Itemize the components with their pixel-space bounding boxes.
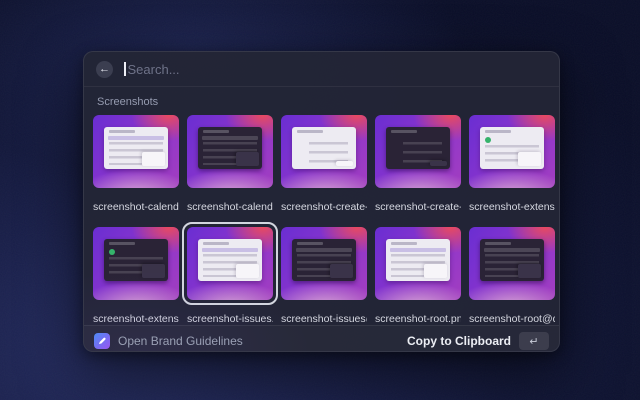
- mini-popup: [518, 264, 541, 278]
- mini-popup: [142, 152, 165, 166]
- mini-titlebar: [109, 242, 136, 245]
- mini-app-dot: [109, 249, 115, 255]
- pen-icon: [97, 336, 107, 346]
- selection-ring: [464, 110, 560, 193]
- mini-window-preview: [104, 239, 168, 281]
- mini-window-preview: [386, 127, 450, 169]
- screenshot-filename: screenshot-create-pr...: [281, 201, 367, 213]
- screenshot-filename: screenshot-issues.png: [187, 313, 273, 325]
- mini-titlebar: [391, 242, 418, 245]
- selection-ring: [370, 222, 466, 305]
- mini-window-preview: [292, 127, 356, 169]
- mini-popup: [236, 264, 259, 278]
- command-palette-window: ← Screenshots screenshot-calendar....: [83, 51, 560, 352]
- mini-popup: [336, 161, 353, 166]
- screenshot-thumbnail: [469, 115, 555, 188]
- screenshot-filename: screenshot-calendar....: [93, 201, 179, 213]
- mini-titlebar: [485, 242, 512, 245]
- mini-popup: [430, 161, 447, 166]
- mini-popup: [142, 264, 165, 278]
- footer-bar: Open Brand Guidelines Copy to Clipboard …: [84, 325, 559, 352]
- mini-window-preview: [292, 239, 356, 281]
- screenshot-thumbnail: [187, 115, 273, 188]
- screenshot-item[interactable]: screenshot-extension...: [469, 115, 555, 213]
- mini-titlebar: [297, 130, 324, 133]
- screenshot-filename: screenshot-calendar...: [187, 201, 273, 213]
- screenshot-item[interactable]: screenshot-create-pr...: [375, 115, 461, 213]
- screenshot-item[interactable]: screenshot-issues.png: [187, 227, 273, 325]
- search-header: ←: [84, 52, 559, 87]
- mini-popup: [424, 264, 447, 278]
- selection-ring: [276, 110, 372, 193]
- mini-app-dot: [485, 137, 491, 143]
- screenshot-filename: screenshot-extension...: [93, 313, 179, 325]
- screenshot-thumbnail: [93, 115, 179, 188]
- command-name: Open Brand Guidelines: [118, 334, 243, 348]
- primary-action-label: Copy to Clipboard: [407, 334, 511, 348]
- screenshot-thumbnail: [375, 115, 461, 188]
- screenshot-item[interactable]: screenshot-extension...: [93, 227, 179, 325]
- back-arrow-icon: ←: [99, 64, 110, 75]
- mini-selected-row: [296, 248, 352, 253]
- mini-selected-row: [390, 248, 446, 253]
- mini-window-preview: [386, 239, 450, 281]
- screenshot-filename: screenshot-extension...: [469, 201, 555, 213]
- selection-ring: [370, 110, 466, 193]
- search-input[interactable]: [128, 62, 548, 77]
- screenshot-thumbnail: [281, 227, 367, 300]
- mini-titlebar: [297, 242, 324, 245]
- mini-titlebar: [203, 130, 230, 133]
- mini-titlebar: [391, 130, 418, 133]
- mini-window-preview: [480, 239, 544, 281]
- mini-selected-row: [202, 136, 258, 141]
- screenshot-thumbnail: [281, 115, 367, 188]
- screenshot-thumbnail: [187, 227, 273, 300]
- screenshot-grid: screenshot-calendar.... screenshot-calen…: [84, 115, 559, 325]
- screenshot-filename: screenshot-root.png: [375, 313, 461, 325]
- mini-window-preview: [198, 127, 262, 169]
- selection-ring: [182, 110, 278, 193]
- screenshot-filename: screenshot-root@dar...: [469, 313, 555, 325]
- back-button[interactable]: ←: [96, 61, 113, 78]
- section-label: Screenshots: [97, 96, 559, 108]
- screenshot-item[interactable]: screenshot-calendar....: [93, 115, 179, 213]
- mini-window-preview: [198, 239, 262, 281]
- mini-window-preview: [104, 127, 168, 169]
- desktop-background: ← Screenshots screenshot-calendar....: [0, 0, 640, 400]
- return-key-icon: ↵: [519, 332, 549, 350]
- mini-selected-row: [484, 248, 540, 253]
- screenshot-item[interactable]: screenshot-root.png: [375, 227, 461, 325]
- mini-selected-row: [108, 136, 164, 141]
- selection-ring: [464, 222, 560, 305]
- screenshot-item[interactable]: screenshot-calendar...: [187, 115, 273, 213]
- screenshot-thumbnail: [93, 227, 179, 300]
- selection-ring: [182, 222, 278, 305]
- screenshot-item[interactable]: screenshot-create-pr...: [281, 115, 367, 213]
- mini-window-preview: [480, 127, 544, 169]
- screenshot-item[interactable]: screenshot-issues@d...: [281, 227, 367, 325]
- selection-ring: [88, 110, 184, 193]
- mini-popup: [518, 152, 541, 166]
- mini-popup: [330, 264, 353, 278]
- brand-guidelines-icon: [94, 333, 110, 349]
- screenshot-item[interactable]: screenshot-root@dar...: [469, 227, 555, 325]
- screenshot-thumbnail: [469, 227, 555, 300]
- mini-titlebar: [109, 130, 136, 133]
- mini-titlebar: [485, 130, 512, 133]
- mini-selected-row: [202, 248, 258, 253]
- screenshot-filename: screenshot-issues@d...: [281, 313, 367, 325]
- selection-ring: [276, 222, 372, 305]
- mini-titlebar: [203, 242, 230, 245]
- mini-popup: [236, 152, 259, 166]
- screenshot-filename: screenshot-create-pr...: [375, 201, 461, 213]
- text-cursor: [124, 62, 126, 76]
- copy-to-clipboard-action[interactable]: Copy to Clipboard ↵: [407, 332, 549, 350]
- screenshot-thumbnail: [375, 227, 461, 300]
- selection-ring: [88, 222, 184, 305]
